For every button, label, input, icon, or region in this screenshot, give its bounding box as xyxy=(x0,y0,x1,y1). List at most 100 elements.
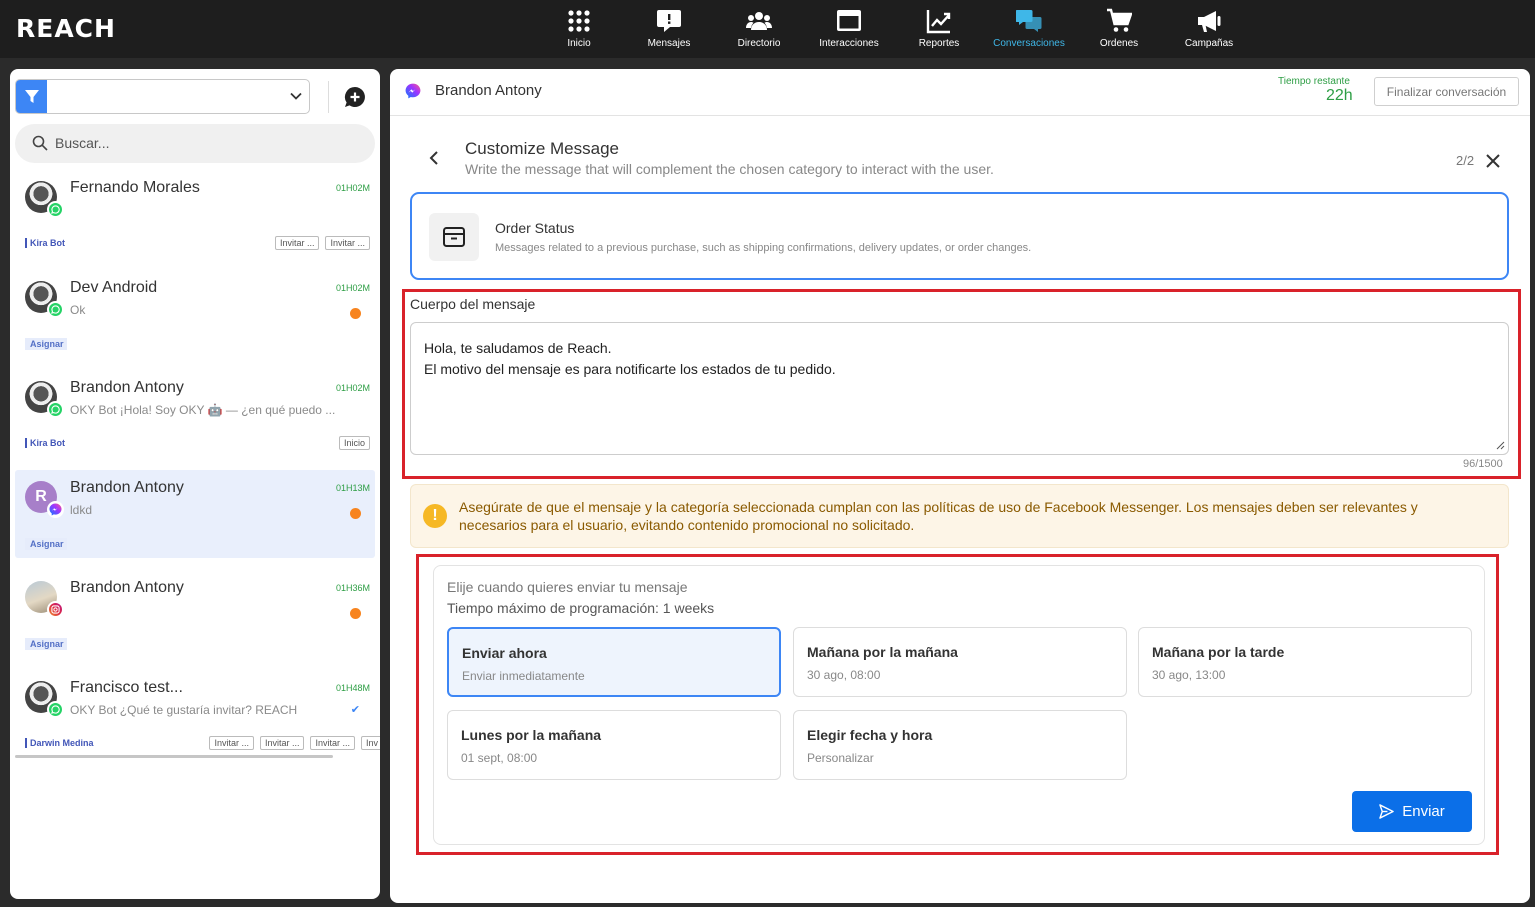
nav-label: Mensajes xyxy=(647,38,691,49)
elapsed-time: 01H02M xyxy=(335,283,370,293)
send-button[interactable]: Enviar xyxy=(1352,791,1472,832)
tag-chip[interactable]: Inicio xyxy=(338,436,370,450)
unread-dot xyxy=(350,608,361,619)
tag-chips: Invitar ... Invitar ... Invitar ... Inv xyxy=(209,736,380,750)
chat-contact-name: Brandon Antony xyxy=(435,82,542,99)
reach-logo: REACH xyxy=(16,14,116,43)
nav-campanas[interactable]: Campañas xyxy=(1164,0,1254,58)
window-icon xyxy=(837,10,861,31)
messenger-icon xyxy=(405,83,421,99)
nav-label: Inicio xyxy=(567,38,591,49)
nav-label: Reportes xyxy=(918,38,960,49)
customize-title: Customize Message xyxy=(465,139,620,158)
megaphone-icon xyxy=(1198,11,1221,32)
conversation-item[interactable]: Francisco test... 01H48M OKY Bot ¿Qué te… xyxy=(15,670,380,758)
tag-chip[interactable]: Invitar ... xyxy=(274,236,320,250)
nav-interacciones[interactable]: Interacciones xyxy=(804,0,894,58)
divider xyxy=(328,81,329,113)
nav-conversaciones[interactable]: Conversaciones xyxy=(984,0,1074,58)
tag-chips: Invitar ... Invitar ... xyxy=(274,236,370,250)
tag-chip[interactable]: Invitar ... xyxy=(209,736,254,750)
conversation-item[interactable]: Brandon Antony 01H36M Asignar xyxy=(15,570,375,658)
schedule-option-custom-date[interactable]: Elegir fecha y hora Personalizar xyxy=(793,710,1127,780)
step-indicator: 2/2 xyxy=(1456,153,1475,168)
users-icon xyxy=(746,12,772,30)
last-message: OKY Bot ¿Qué te gustaría invitar? REACH xyxy=(70,703,298,717)
message-icon xyxy=(657,10,681,32)
search-box xyxy=(15,124,375,163)
conversations-icon xyxy=(1016,10,1042,32)
conversation-item[interactable]: Dev Android 01H02M Ok Asignar xyxy=(15,270,375,358)
tag-chips: Inicio xyxy=(338,436,370,450)
nav-inicio[interactable]: Inicio xyxy=(534,0,624,58)
assign-tag[interactable]: Asignar xyxy=(25,638,67,650)
whatsapp-icon xyxy=(47,201,64,218)
schedule-option-tomorrow-morning[interactable]: Mañana por la mañana 30 ago, 08:00 xyxy=(793,627,1127,697)
agent-tag: Kira Bot xyxy=(25,238,65,248)
nav-mensajes[interactable]: Mensajes xyxy=(624,0,714,58)
filter-button[interactable] xyxy=(16,80,47,113)
category-title: Order Status xyxy=(495,220,575,236)
message-body-textarea[interactable]: Hola, te saludamos de Reach. El motivo d… xyxy=(410,322,1509,455)
horizontal-scrollbar[interactable] xyxy=(15,755,333,758)
schedule-option-send-now[interactable]: Enviar ahora Enviar inmediatamente xyxy=(447,627,781,697)
last-message: Ok xyxy=(70,303,86,317)
schedule-option-monday-morning[interactable]: Lunes por la mañana 01 sept, 08:00 xyxy=(447,710,781,780)
contact-name: Dev Android xyxy=(70,279,158,296)
top-bar: REACH Inicio Mensajes Directorio Interac… xyxy=(0,0,1535,58)
nav-ordenes[interactable]: Ordenes xyxy=(1074,0,1164,58)
conversation-item[interactable]: Fernando Morales 01H02M Kira Bot Invitar… xyxy=(15,170,375,258)
end-conversation-button[interactable]: Finalizar conversación xyxy=(1374,77,1519,106)
tag-chip[interactable]: Invitar ... xyxy=(259,736,305,750)
conversation-item-selected[interactable]: R Brandon Antony 01H13M ldkd Asignar xyxy=(15,470,375,558)
whatsapp-icon xyxy=(47,401,64,418)
filter-icon xyxy=(24,89,39,103)
nav-directorio[interactable]: Directorio xyxy=(714,0,804,58)
back-arrow-icon[interactable] xyxy=(428,151,440,165)
schedule-option-tomorrow-afternoon[interactable]: Mañana por la tarde 30 ago, 13:00 xyxy=(1138,627,1472,697)
schedule-max-label: Tiempo máximo de programación: 1 weeks xyxy=(447,600,715,616)
tag-chip[interactable]: Invitar ... xyxy=(325,236,370,250)
chat-header: Brandon Antony Tiempo restante 22h Final… xyxy=(390,69,1530,116)
category-card[interactable]: Order Status Messages related to a previ… xyxy=(410,192,1509,280)
unread-dot xyxy=(350,508,361,519)
agent-tag: Kira Bot xyxy=(25,438,65,448)
chevron-down-icon xyxy=(290,92,302,100)
char-counter: 96/1500 xyxy=(1463,458,1503,470)
option-title: Lunes por la mañana xyxy=(461,727,602,743)
conversation-list-panel: Fernando Morales 01H02M Kira Bot Invitar… xyxy=(10,69,380,899)
tag-chip[interactable]: Inv xyxy=(360,736,380,750)
search-input[interactable] xyxy=(55,133,355,153)
whatsapp-icon xyxy=(47,701,64,718)
schedule-label: Elije cuando quieres enviar tu mensaje xyxy=(447,579,688,595)
contact-name: Brandon Antony xyxy=(70,479,184,496)
chart-icon xyxy=(926,10,951,34)
send-icon xyxy=(1379,804,1394,819)
message-body-label: Cuerpo del mensaje xyxy=(410,296,536,312)
resize-handle-icon[interactable] xyxy=(1496,441,1505,450)
option-title: Mañana por la tarde xyxy=(1152,644,1285,660)
contact-name: Brandon Antony xyxy=(70,379,184,396)
time-remaining-value: 22h xyxy=(1326,87,1353,104)
last-message: ldkd xyxy=(70,503,93,517)
elapsed-time: 01H02M xyxy=(335,383,370,393)
conversation-item[interactable]: Brandon Antony 01H02M OKY Bot ¡Hola! Soy… xyxy=(15,370,375,458)
assign-tag[interactable]: Asignar xyxy=(25,338,67,350)
contact-name: Francisco test... xyxy=(70,679,183,696)
elapsed-time: 01H02M xyxy=(335,183,370,193)
last-message: OKY Bot ¡Hola! Soy OKY 🤖 — ¿en qué puedo… xyxy=(70,403,336,417)
close-icon[interactable] xyxy=(1485,153,1501,169)
nav-label: Ordenes xyxy=(1099,38,1139,49)
filter-select[interactable] xyxy=(15,79,310,114)
read-check-icon: ✔ xyxy=(350,704,360,716)
whatsapp-icon xyxy=(47,301,64,318)
contact-name: Brandon Antony xyxy=(70,579,184,596)
new-chat-icon[interactable] xyxy=(344,86,366,108)
warning-icon: ! xyxy=(423,504,447,528)
nav-reportes[interactable]: Reportes xyxy=(894,0,984,58)
tag-chip[interactable]: Invitar ... xyxy=(310,736,355,750)
nav-label: Directorio xyxy=(737,38,781,49)
nav-label: Interacciones xyxy=(819,38,879,49)
option-title: Elegir fecha y hora xyxy=(807,727,933,743)
assign-tag[interactable]: Asignar xyxy=(25,538,67,550)
